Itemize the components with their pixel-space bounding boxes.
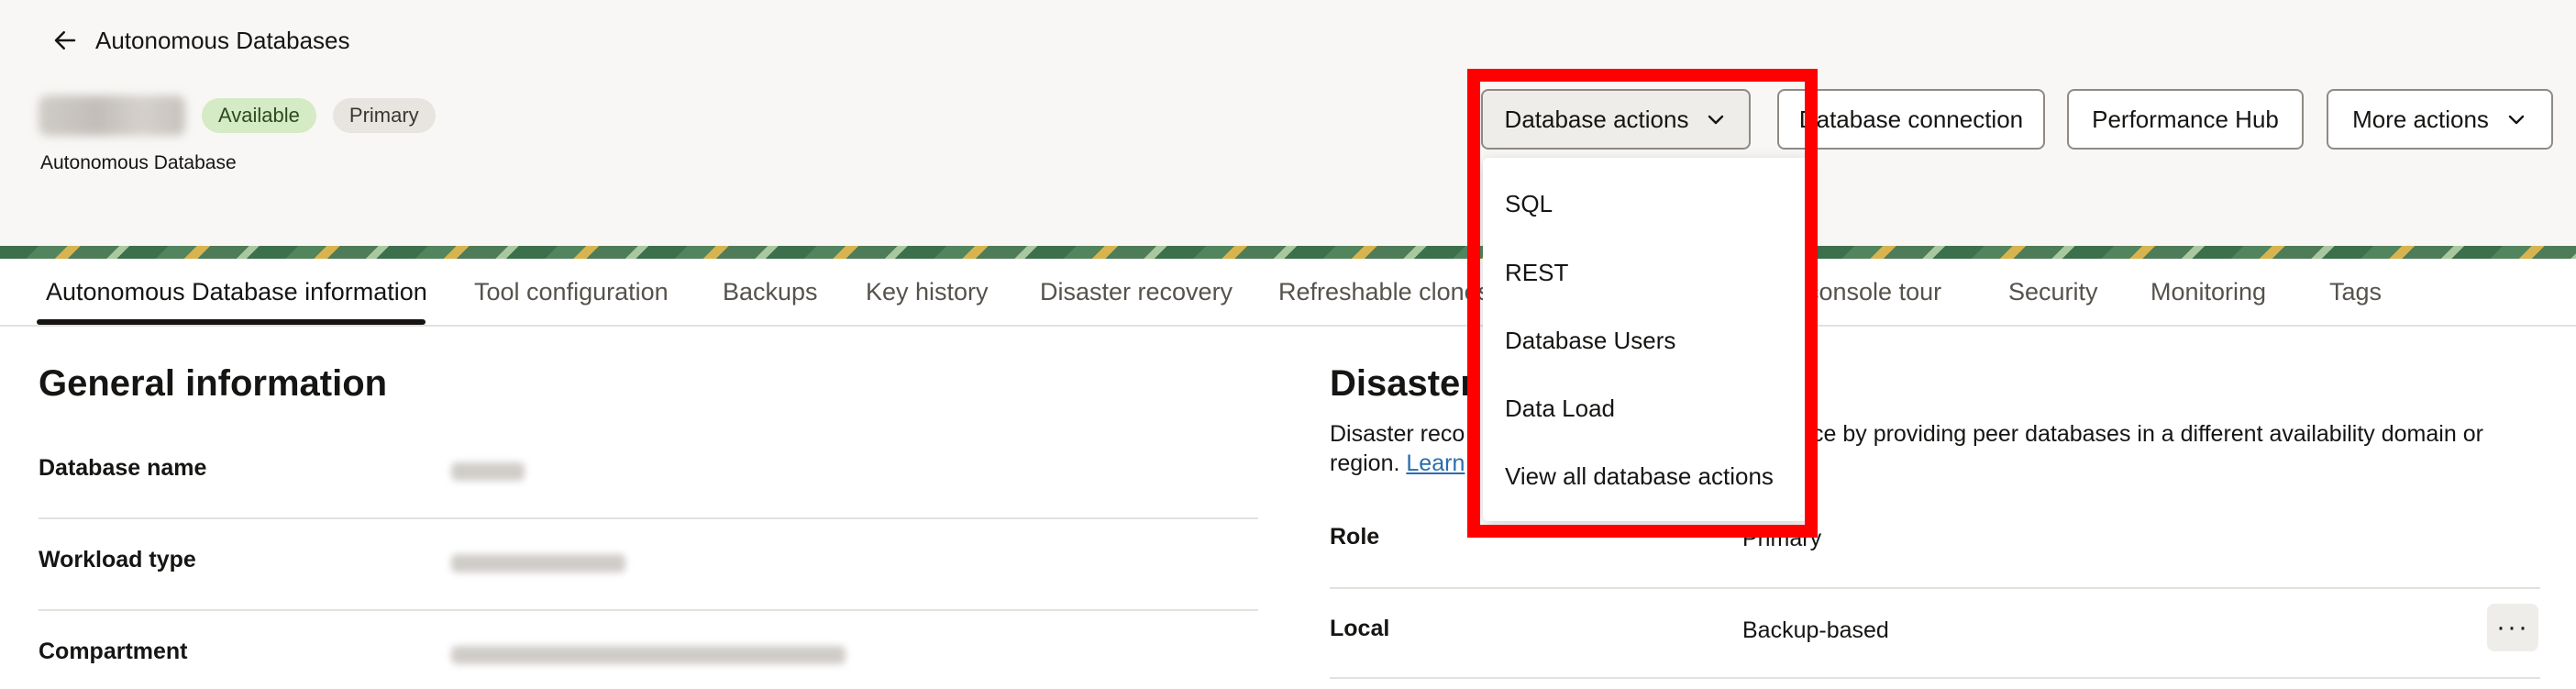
tab-bar: Autonomous Database information Tool con… bbox=[0, 259, 2576, 327]
tab-security[interactable]: Security bbox=[2008, 259, 2098, 325]
tab-label: console tour bbox=[1807, 277, 1942, 306]
compartment-value-redacted bbox=[451, 646, 846, 664]
tab-label: Backups bbox=[723, 277, 818, 306]
database-actions-button[interactable]: Database actions bbox=[1481, 89, 1751, 150]
status-badge-available: Available bbox=[202, 98, 316, 133]
selected-tab-indicator bbox=[37, 319, 426, 325]
divider bbox=[1330, 587, 2540, 589]
performance-hub-label: Performance Hub bbox=[2092, 105, 2279, 133]
database-actions-label: Database actions bbox=[1504, 105, 1689, 133]
more-actions-button[interactable]: More actions bbox=[2327, 89, 2553, 150]
menu-item-view-all-database-actions[interactable]: View all database actions bbox=[1505, 458, 1774, 495]
database-name-redacted bbox=[39, 95, 185, 136]
tab-label: Disaster recovery bbox=[1040, 277, 1233, 306]
disaster-recovery-description-end: ce by providing peer databases in a diff… bbox=[1812, 421, 2483, 447]
chevron-down-icon bbox=[1708, 115, 1724, 125]
performance-hub-button[interactable]: Performance Hub bbox=[2067, 89, 2304, 150]
menu-item-label: Database Users bbox=[1505, 326, 1676, 354]
tab-label: Monitoring bbox=[2150, 277, 2267, 306]
role-badge-primary: Primary bbox=[332, 98, 436, 133]
field-label-role: Role bbox=[1330, 524, 1380, 550]
divider bbox=[1330, 677, 2540, 679]
tab-label: Tool configuration bbox=[474, 277, 669, 306]
role-value: Primary bbox=[1742, 526, 1822, 551]
menu-item-data-load[interactable]: Data Load bbox=[1505, 390, 1615, 427]
menu-item-rest[interactable]: REST bbox=[1505, 254, 1568, 291]
more-horizontal-icon: ··· bbox=[2496, 612, 2529, 642]
tab-label: Key history bbox=[866, 277, 989, 306]
field-label-database-name: Database name bbox=[39, 455, 207, 481]
tab-key-history[interactable]: Key history bbox=[866, 259, 989, 325]
tab-label: Autonomous Database information bbox=[46, 277, 427, 306]
menu-item-database-users[interactable]: Database Users bbox=[1505, 322, 1675, 359]
disaster-recovery-title: Disaster bbox=[1330, 363, 1475, 404]
database-title-row: Available Primary bbox=[39, 95, 436, 136]
database-actions-dropdown: SQL REST Database Users Data Load View a… bbox=[1483, 158, 1808, 521]
description-line2-start: region. bbox=[1330, 450, 1400, 476]
more-actions-label: More actions bbox=[2352, 105, 2489, 133]
menu-item-label: SQL bbox=[1505, 189, 1553, 217]
tab-monitoring[interactable]: Monitoring bbox=[2150, 259, 2266, 325]
tab-tool-configuration[interactable]: Tool configuration bbox=[474, 259, 669, 325]
back-link-label: Autonomous Databases bbox=[95, 26, 350, 54]
menu-item-label: REST bbox=[1505, 258, 1569, 286]
general-information-title: General information bbox=[39, 363, 388, 404]
tab-label: Refreshable clones bbox=[1278, 277, 1491, 306]
database-name-value-redacted bbox=[451, 462, 525, 481]
database-connection-button[interactable]: Database connection bbox=[1777, 89, 2045, 150]
tab-refreshable-clones[interactable]: Refreshable clones bbox=[1278, 259, 1490, 325]
database-connection-label: Database connection bbox=[1798, 105, 2024, 133]
tab-autonomous-database-information[interactable]: Autonomous Database information bbox=[46, 259, 427, 325]
chevron-down-icon bbox=[2508, 115, 2525, 125]
arrow-left-icon bbox=[54, 31, 76, 50]
resource-type-label: Autonomous Database bbox=[40, 152, 237, 173]
disaster-recovery-description-start: Disaster reco region. Learn bbox=[1330, 419, 1465, 478]
workload-type-value-redacted bbox=[451, 554, 625, 572]
divider bbox=[39, 609, 1258, 611]
tab-disaster-recovery[interactable]: Disaster recovery bbox=[1040, 259, 1233, 325]
menu-item-label: Data Load bbox=[1505, 394, 1615, 422]
row-actions-menu-button[interactable]: ··· bbox=[2487, 604, 2538, 651]
tab-tags[interactable]: Tags bbox=[2329, 259, 2382, 325]
tab-label: Security bbox=[2008, 277, 2098, 306]
back-link[interactable]: Autonomous Databases bbox=[51, 22, 350, 59]
divider bbox=[39, 517, 1258, 519]
tab-console-tour[interactable]: console tour bbox=[1807, 259, 1941, 325]
learn-more-link[interactable]: Learn bbox=[1406, 450, 1465, 476]
menu-item-label: View all database actions bbox=[1505, 461, 1774, 490]
tab-label: Tags bbox=[2329, 277, 2383, 306]
decorative-banner bbox=[0, 246, 2576, 259]
field-label-local: Local bbox=[1330, 616, 1390, 641]
field-label-workload-type: Workload type bbox=[39, 547, 196, 572]
page-header: Autonomous Databases Available Primary A… bbox=[0, 0, 2576, 246]
local-value: Backup-based bbox=[1742, 617, 1889, 643]
menu-item-sql[interactable]: SQL bbox=[1505, 185, 1553, 222]
tab-backups[interactable]: Backups bbox=[723, 259, 818, 325]
description-line1-start: Disaster reco bbox=[1330, 421, 1465, 447]
field-label-compartment: Compartment bbox=[39, 639, 188, 664]
